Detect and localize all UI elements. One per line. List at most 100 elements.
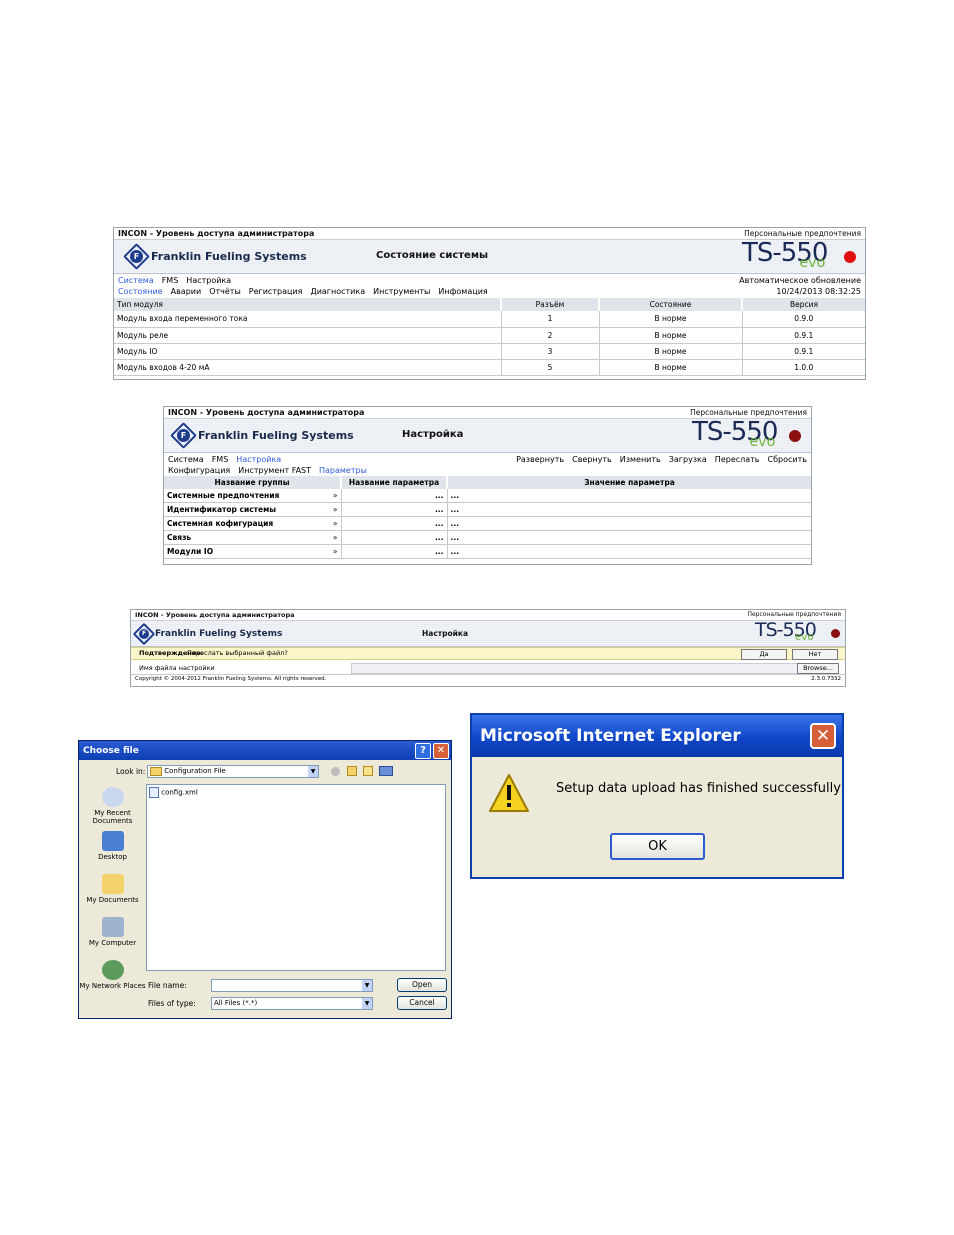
no-button[interactable]: Нет <box>792 649 838 660</box>
action-upload[interactable]: Загрузка <box>669 455 707 464</box>
preferences-link[interactable]: Персональные предпочтения <box>744 229 861 238</box>
menu-system[interactable]: Система <box>168 455 204 464</box>
tab-fast-tool[interactable]: Инструмент FAST <box>238 466 311 475</box>
tab-logging[interactable]: Регистрация <box>249 287 303 296</box>
preferences-link[interactable]: Персональные предпочтения <box>747 611 841 619</box>
cell-module: Модуль реле <box>114 327 502 344</box>
menu-fms[interactable]: FMS <box>212 455 229 464</box>
table-row[interactable]: Идентификатор системы » ... ... <box>164 502 811 517</box>
col-group[interactable]: Название группы <box>164 476 342 489</box>
table-row[interactable]: Модуль входов 4-20 мА 5 В норме 1.0.0 <box>114 359 865 376</box>
action-collapse[interactable]: Свернуть <box>572 455 612 464</box>
table-row[interactable]: Модули IO » ... ... <box>164 544 811 559</box>
expand-icon[interactable]: » <box>333 505 338 514</box>
cell-group: Идентификатор системы » <box>164 502 342 517</box>
brand-logo: F Franklin Fueling Systems <box>177 429 354 442</box>
cell-version: 1.0.0 <box>742 359 865 376</box>
place-label: Desktop <box>98 853 127 861</box>
chevron-down-icon[interactable]: ▼ <box>362 980 372 991</box>
header: F Franklin Fueling Systems Настройка TS-… <box>164 417 811 453</box>
look-in-select[interactable]: Configuration File ▼ <box>147 765 319 778</box>
cancel-button[interactable]: Cancel <box>397 996 447 1010</box>
help-icon[interactable]: ? <box>415 742 431 759</box>
version: 2.3.0.7332 <box>811 676 841 682</box>
product-logo: TS-550 evo <box>692 417 778 450</box>
action-reset[interactable]: Сбросить <box>768 455 807 464</box>
table-row[interactable]: Связь » ... ... <box>164 530 811 545</box>
expand-icon[interactable]: » <box>333 547 338 556</box>
menu-setup[interactable]: Настройка <box>186 276 231 285</box>
tab-info[interactable]: Инфомация <box>438 287 487 296</box>
tab-diagnostics[interactable]: Диагностика <box>310 287 365 296</box>
up-folder-icon[interactable] <box>347 766 357 776</box>
cell-param: ... <box>341 530 448 545</box>
expand-icon[interactable]: » <box>333 519 338 528</box>
back-icon[interactable] <box>331 767 340 776</box>
place-network[interactable]: My Network Places <box>79 960 146 990</box>
place-my-documents[interactable]: My Documents <box>79 874 146 904</box>
place-my-computer[interactable]: My Computer <box>79 917 146 947</box>
menu-setup[interactable]: Настройка <box>236 455 281 464</box>
table-row[interactable]: Системная кофигурация » ... ... <box>164 516 811 531</box>
col-param-name[interactable]: Название параметра <box>341 476 448 489</box>
view-menu-icon[interactable] <box>379 766 393 776</box>
expand-icon[interactable]: » <box>333 533 338 542</box>
tab-tools[interactable]: Инструменты <box>373 287 430 296</box>
col-version[interactable]: Версия <box>742 298 865 311</box>
dialog-title: Microsoft Internet Explorer <box>480 726 741 746</box>
file-name-input[interactable]: ▼ <box>211 979 373 992</box>
place-recent[interactable]: My Recent Documents <box>79 787 146 825</box>
col-status[interactable]: Состояние <box>599 298 743 311</box>
browse-button[interactable]: Browse... <box>797 663 839 674</box>
status-led-icon <box>789 430 801 442</box>
table-row[interactable]: Системные предпочтения » ... ... <box>164 489 811 503</box>
cell-value: ... <box>447 489 811 503</box>
cell-group: Модули IO » <box>164 544 342 559</box>
tab-reports[interactable]: Отчёты <box>209 287 241 296</box>
close-icon[interactable]: ✕ <box>433 742 449 759</box>
menu-system[interactable]: Система <box>118 276 154 285</box>
col-param-value[interactable]: Значение параметра <box>447 476 811 489</box>
preferences-link[interactable]: Персональные предпочтения <box>690 408 807 417</box>
cell-group: Связь » <box>164 530 342 545</box>
page-title: Настройка <box>422 629 469 638</box>
auto-update[interactable]: Автоматическое обновление <box>739 276 861 285</box>
col-slot[interactable]: Разъём <box>501 298 600 311</box>
menu-fms[interactable]: FMS <box>162 276 179 285</box>
file-list[interactable]: config.xml <box>146 784 446 971</box>
file-input[interactable] <box>351 663 798 674</box>
table-row[interactable]: Модуль IO 3 В норме 0.9.1 <box>114 343 865 360</box>
group-label: Идентификатор системы <box>167 505 277 514</box>
close-icon[interactable]: ✕ <box>810 723 836 749</box>
expand-icon[interactable]: » <box>333 491 338 500</box>
look-in-value: Configuration File <box>164 767 226 775</box>
action-edit[interactable]: Изменить <box>620 455 661 464</box>
file-item-name: config.xml <box>161 788 198 797</box>
action-expand[interactable]: Развернуть <box>516 455 564 464</box>
header: F Franklin Fueling Systems Состояние сис… <box>114 238 865 274</box>
action-send[interactable]: Переслать <box>715 455 760 464</box>
files-type-select[interactable]: All Files (*.*) ▼ <box>211 997 373 1010</box>
dialog-titlebar: Microsoft Internet Explorer ✕ <box>472 715 842 757</box>
tab-alarms[interactable]: Аварии <box>171 287 202 296</box>
tab-configuration[interactable]: Конфигурация <box>168 466 230 475</box>
file-label: Имя файла настройки <box>139 664 215 672</box>
list-item[interactable]: config.xml <box>149 787 198 798</box>
open-button[interactable]: Open <box>397 978 447 992</box>
cell-slot: 1 <box>501 311 600 328</box>
chevron-down-icon[interactable]: ▼ <box>362 998 372 1009</box>
table-row[interactable]: Модуль входа переменного тока 1 В норме … <box>114 311 865 328</box>
header: F Franklin Fueling Systems Настройка TS-… <box>131 619 845 647</box>
logo-text: Franklin Fueling Systems <box>198 429 354 442</box>
tab-parameters[interactable]: Параметры <box>319 466 367 475</box>
ok-button[interactable]: OK <box>610 833 705 860</box>
ffs-logo-icon: F <box>177 429 190 442</box>
col-module-type[interactable]: Тип модуля <box>114 298 502 311</box>
chevron-down-icon[interactable]: ▼ <box>308 766 318 777</box>
place-desktop[interactable]: Desktop <box>79 831 146 861</box>
table-row[interactable]: Модуль реле 2 В норме 0.9.1 <box>114 327 865 344</box>
place-label: My Documents <box>86 896 139 904</box>
yes-button[interactable]: Да <box>741 649 787 660</box>
tab-status[interactable]: Состояние <box>118 287 163 296</box>
new-folder-icon[interactable] <box>363 766 373 776</box>
